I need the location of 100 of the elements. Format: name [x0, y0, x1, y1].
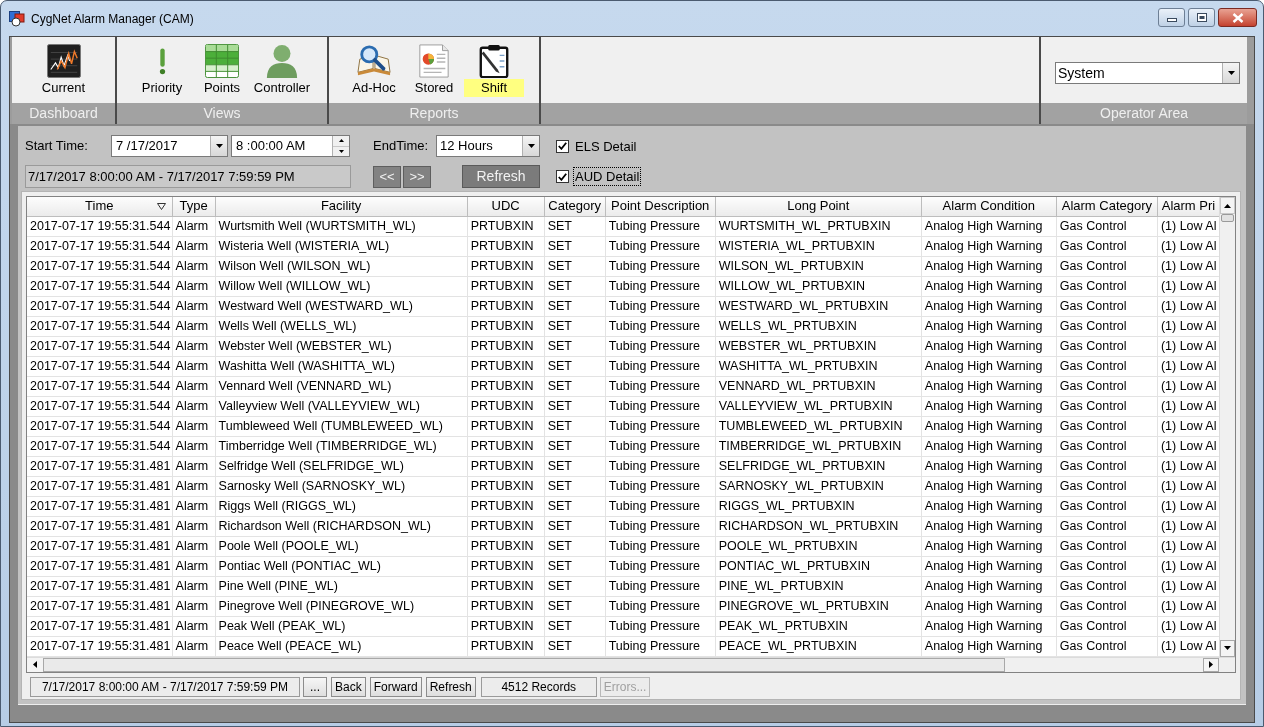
scroll-left-button[interactable]: [27, 657, 43, 672]
table-cell: Alarm: [172, 396, 216, 416]
table-cell: Tubing Pressure: [605, 336, 716, 356]
table-cell: PRTUBXIN: [467, 496, 545, 516]
checkbox-label[interactable]: ELS Detail: [573, 136, 639, 156]
column-header[interactable]: Alarm Condition: [921, 197, 1057, 216]
column-header[interactable]: Facility: [215, 197, 468, 216]
toolbar-button[interactable]: Points: [192, 37, 252, 103]
person-icon: [265, 44, 299, 78]
table-cell: WESTWARD_WL_PRTUBXIN: [715, 296, 922, 316]
table-cell: PRTUBXIN: [467, 616, 545, 636]
table-cell: Analog High Warning: [921, 336, 1057, 356]
table-cell: Analog High Warning: [921, 356, 1057, 376]
spin-down-button[interactable]: [333, 146, 349, 156]
status-button[interactable]: Back: [331, 676, 366, 697]
column-header[interactable]: UDC: [467, 197, 545, 216]
close-button[interactable]: [1218, 8, 1257, 27]
table-cell: Tubing Pressure: [605, 356, 716, 376]
table-cell: Tubing Pressure: [605, 616, 716, 636]
column-header[interactable]: Type: [172, 197, 216, 216]
maximize-button[interactable]: [1188, 8, 1215, 27]
table-cell: Gas Control: [1056, 556, 1158, 576]
column-header[interactable]: Long Point: [715, 197, 922, 216]
table-cell: 2017-07-17 19:55:31.544: [27, 296, 173, 316]
table-cell: SET: [544, 376, 606, 396]
scroll-down-button[interactable]: [1220, 639, 1235, 657]
table-cell: Pinegrove Well (PINEGROVE_WL): [215, 596, 468, 616]
table-cell: PRTUBXIN: [467, 336, 545, 356]
table-cell: Gas Control: [1056, 296, 1158, 316]
checkbox[interactable]: [556, 139, 569, 153]
toolbar-button[interactable]: Controller: [252, 37, 312, 103]
table-cell: 2017-07-17 19:55:31.544: [27, 316, 173, 336]
table-cell: Gas Control: [1056, 236, 1158, 256]
column-header[interactable]: Category: [544, 197, 606, 216]
status-button[interactable]: Refresh: [425, 676, 476, 697]
table-cell: Gas Control: [1056, 416, 1158, 436]
table-cell: Gas Control: [1056, 616, 1158, 636]
table-cell: Alarm: [172, 416, 216, 436]
dropdown-button[interactable]: [522, 136, 539, 156]
table-cell: Tumbleweed Well (TUMBLEWEED_WL): [215, 416, 468, 436]
table-cell: Willow Well (WILLOW_WL): [215, 276, 468, 296]
end-time-dropdown[interactable]: 12 Hours: [436, 135, 540, 157]
table-cell: WASHITTA_WL_PRTUBXIN: [715, 356, 922, 376]
checkbox[interactable]: [556, 170, 569, 183]
time-field[interactable]: 8 :00:00 AM: [231, 135, 350, 157]
table-cell: Richardson Well (RICHARDSON_WL): [215, 516, 468, 536]
down-arrow-icon: [338, 149, 344, 153]
table-cell: WURTSMITH_WL_PRTUBXIN: [715, 216, 922, 236]
table-cell: Tubing Pressure: [605, 596, 716, 616]
table-cell: PRTUBXIN: [467, 576, 545, 596]
table-cell: SET: [544, 316, 606, 336]
vertical-scrollbar[interactable]: [1219, 197, 1235, 657]
exclamation-icon: [158, 47, 166, 75]
dropdown-button[interactable]: [1222, 63, 1239, 83]
column-header[interactable]: Point Description: [605, 197, 716, 216]
table-cell: PRTUBXIN: [467, 556, 545, 576]
previous-button[interactable]: <<: [373, 165, 401, 188]
table-cell: PONTIAC_WL_PRTUBXIN: [715, 556, 922, 576]
column-header[interactable]: Time: [27, 197, 173, 216]
status-button[interactable]: Forward: [369, 676, 422, 697]
column-header[interactable]: Alarm Pri: [1157, 197, 1219, 216]
toolbar-button[interactable]: Priority: [132, 37, 192, 103]
table-cell: Alarm: [172, 596, 216, 616]
dropdown-button[interactable]: [210, 136, 227, 156]
table-cell: 2017-07-17 19:55:31.544: [27, 336, 173, 356]
column-header[interactable]: Alarm Category: [1056, 197, 1158, 216]
table-cell: SET: [544, 436, 606, 456]
table-cell: SET: [544, 276, 606, 296]
table-cell: SET: [544, 456, 606, 476]
table-cell: Gas Control: [1056, 496, 1158, 516]
toolbar-button[interactable]: Stored: [404, 37, 464, 103]
table-cell: PRTUBXIN: [467, 296, 545, 316]
toolbar-button[interactable]: Ad-Hoc: [344, 37, 404, 103]
operator-area-dropdown[interactable]: System: [1055, 62, 1240, 84]
table-cell: 2017-07-17 19:55:31.481: [27, 496, 173, 516]
date-dropdown[interactable]: 7 /17/2017: [111, 135, 228, 157]
table-cell: PRTUBXIN: [467, 216, 545, 236]
table-cell: Gas Control: [1056, 276, 1158, 296]
records-field: 4512 Records: [480, 676, 597, 697]
browse-button[interactable]: ...: [303, 676, 327, 697]
scroll-right-button[interactable]: [1203, 657, 1219, 672]
table-cell: Gas Control: [1056, 456, 1158, 476]
table-cell: Pontiac Well (PONTIAC_WL): [215, 556, 468, 576]
minimize-button[interactable]: [1158, 8, 1185, 27]
left-arrow-icon: [33, 661, 37, 668]
table-cell: 2017-07-17 19:55:31.544: [27, 436, 173, 456]
scroll-up-button[interactable]: [1220, 197, 1235, 214]
scrollbar-thumb[interactable]: [1221, 214, 1234, 222]
table-cell: PRTUBXIN: [467, 456, 545, 476]
checkbox-label[interactable]: AUD Detail: [573, 167, 642, 186]
spin-up-button[interactable]: [333, 136, 349, 147]
table-cell: RIGGS_WL_PRTUBXIN: [715, 496, 922, 516]
table-cell: Gas Control: [1056, 436, 1158, 456]
table-cell: Gas Control: [1056, 356, 1158, 376]
refresh-button[interactable]: Refresh: [462, 165, 540, 188]
table-cell: Tubing Pressure: [605, 556, 716, 576]
scrollbar-thumb[interactable]: [43, 657, 1005, 672]
toolbar-button[interactable]: Shift: [464, 37, 524, 103]
group-label: Dashboard: [12, 103, 115, 124]
next-button[interactable]: >>: [403, 165, 431, 188]
